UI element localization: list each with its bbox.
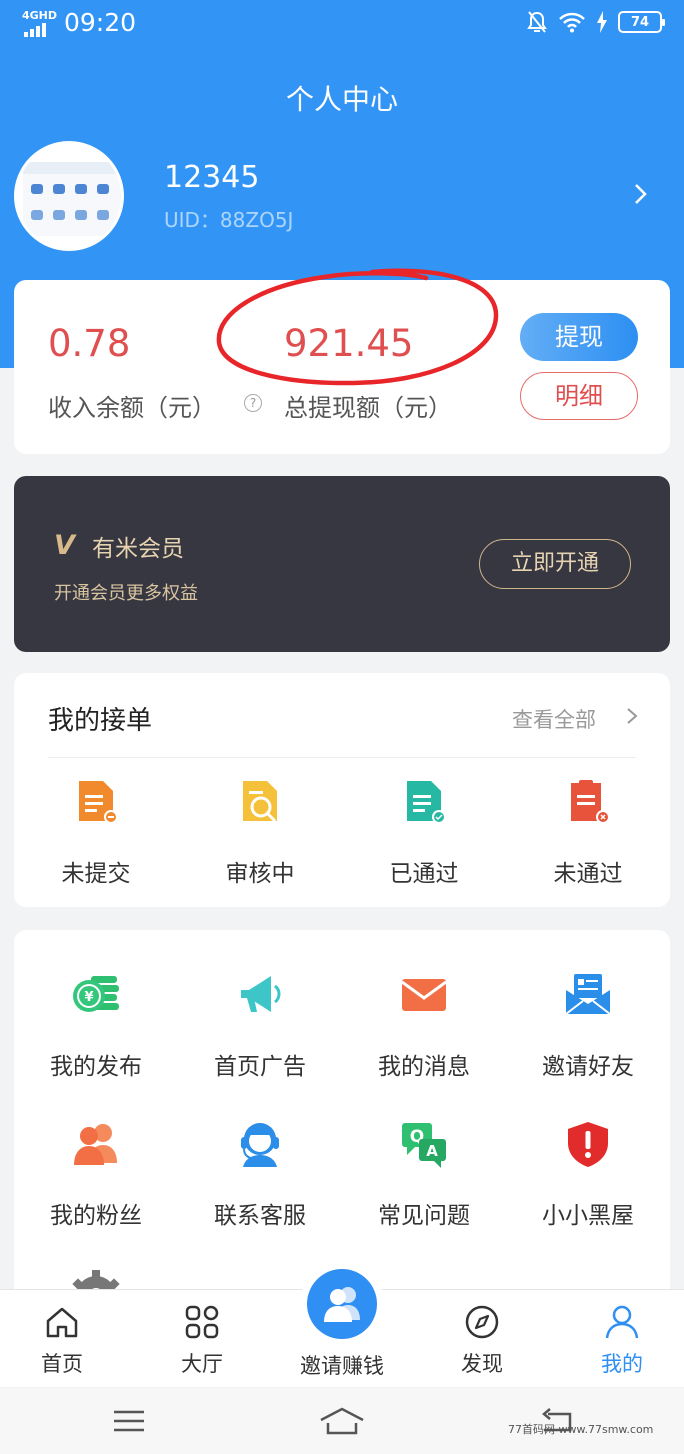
detail-button[interactable]: 明细 <box>520 372 638 420</box>
tool-label: 常见问题 <box>378 1203 470 1229</box>
user-name: 12345 <box>164 160 260 195</box>
income-balance-value: 0.78 <box>48 322 131 365</box>
customer-service-icon <box>241 1123 279 1167</box>
tool-label: 我的粉丝 <box>50 1203 142 1229</box>
home-icon <box>46 1307 78 1338</box>
page-title: 个人中心 <box>285 83 398 116</box>
menu-icon[interactable] <box>111 1406 147 1436</box>
mail-icon <box>401 979 447 1011</box>
tab-label: 首页 <box>41 1352 83 1376</box>
withdraw-button[interactable]: 提现 <box>520 313 638 361</box>
tool-label: 我的消息 <box>378 1054 470 1080</box>
shield-alert-icon <box>568 1122 608 1167</box>
tab-label: 我的 <box>601 1352 643 1376</box>
tab-label: 大厅 <box>181 1352 223 1376</box>
tool-label: 小小黑屋 <box>542 1203 634 1229</box>
users-icon <box>324 1287 360 1322</box>
tool-label: 邀请好友 <box>542 1054 634 1080</box>
help-icon[interactable]: ? <box>244 394 262 412</box>
signal-icon: 4GHD <box>22 9 62 37</box>
tab-discover[interactable]: 发现 <box>422 1290 542 1388</box>
tab-invite-earn[interactable] <box>300 1262 384 1346</box>
tab-label: 发现 <box>461 1352 503 1376</box>
megaphone-icon <box>241 976 281 1012</box>
charging-icon <box>597 11 607 33</box>
avatar[interactable] <box>14 141 124 251</box>
doc-rejected-icon <box>571 780 610 824</box>
view-all-link[interactable]: 查看全部 <box>512 704 596 734</box>
vip-open-button[interactable]: 立即开通 <box>479 539 631 589</box>
user-uid: UID：88ZO5J <box>164 208 294 232</box>
tab-mine[interactable]: 我的 <box>562 1290 682 1388</box>
order-item-label: 已通过 <box>389 861 459 887</box>
orders-card: 我的接单 查看全部 未提交 审核中 已通过 未通过 <box>14 673 670 907</box>
status-time: 09:20 <box>64 8 137 37</box>
order-item-label: 未通过 <box>553 861 623 887</box>
invite-letter-icon <box>565 974 611 1015</box>
income-balance-label: 收入余额（元） <box>48 394 216 422</box>
total-withdraw-value: 921.45 <box>284 322 414 365</box>
vip-card: V 有米会员 开通会员更多权益 立即开通 <box>14 476 670 652</box>
status-bar: 4GHD 09:20 74 <box>0 0 684 50</box>
vip-title: 有米会员 <box>92 536 184 562</box>
coins-icon: ¥ <box>73 976 119 1012</box>
total-withdraw-label: 总提现额（元） <box>284 394 452 422</box>
network-type: 4GHD <box>22 9 58 22</box>
person-icon <box>605 1305 639 1339</box>
tool-label: 联系客服 <box>214 1203 306 1229</box>
order-item-label: 审核中 <box>225 861 295 887</box>
vip-logo: V <box>54 530 75 561</box>
chevron-right-icon[interactable] <box>628 182 652 206</box>
tab-home[interactable]: 首页 <box>2 1290 122 1388</box>
orders-title: 我的接单 <box>48 706 153 736</box>
home-nav-icon[interactable] <box>318 1406 366 1436</box>
notification-off-icon <box>527 11 547 33</box>
divider <box>48 757 636 758</box>
tool-label: 我的发布 <box>50 1054 142 1080</box>
doc-pending-icon <box>79 781 118 824</box>
tool-label: 首页广告 <box>214 1054 306 1080</box>
order-item-label: 未提交 <box>61 861 131 887</box>
qa-icon: QA <box>402 1123 446 1168</box>
doc-approved-icon <box>407 781 446 824</box>
balance-card: 0.78 收入余额（元） ? 921.45 总提现额（元） 提现 明细 <box>14 280 670 454</box>
tab-hall[interactable]: 大厅 <box>142 1290 262 1388</box>
compass-icon <box>465 1305 499 1339</box>
chevron-right-icon[interactable] <box>624 706 640 726</box>
grid-icon <box>185 1305 219 1339</box>
battery-level: 74 <box>630 14 650 30</box>
vip-subtitle: 开通会员更多权益 <box>54 583 198 604</box>
svg-text:A: A <box>426 1142 438 1160</box>
svg-text:¥: ¥ <box>84 990 93 1005</box>
doc-search-icon <box>243 781 277 823</box>
tab-label: 邀请赚钱 <box>300 1354 384 1378</box>
watermark: 77首码网 www.77smw.com <box>508 1423 654 1436</box>
wifi-icon <box>559 12 585 33</box>
tools-card: ¥ 我的发布 首页广告 我的消息 邀请好友 我的粉丝 联系客服 QA 常见问题 … <box>14 930 670 1310</box>
battery-icon: 74 <box>618 11 665 33</box>
fans-icon <box>74 1124 117 1165</box>
